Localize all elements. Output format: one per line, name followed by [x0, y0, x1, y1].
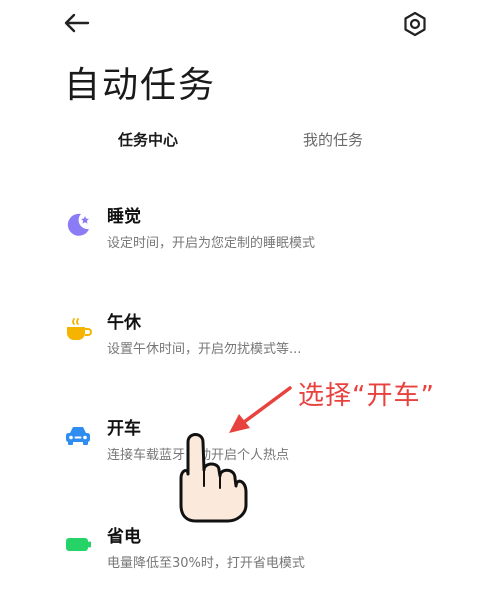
gear-icon[interactable]	[400, 9, 430, 39]
back-arrow-icon[interactable]	[60, 8, 94, 38]
task-item-nap[interactable]: 午休 设置午休时间，开启勿扰模式等...	[64, 308, 444, 368]
task-item-sleep[interactable]: 睡觉 设定时间，开启为您定制的睡眠模式	[64, 202, 444, 262]
task-description: 连接车载蓝牙自动开启个人热点	[107, 448, 290, 463]
task-title: 开车	[107, 419, 141, 439]
task-description: 设置午休时间，开启勿扰模式等...	[107, 342, 302, 357]
car-icon	[66, 427, 90, 445]
tab-my-tasks[interactable]: 我的任务	[303, 129, 363, 150]
task-title: 省电	[107, 527, 141, 547]
task-description: 设定时间，开启为您定制的睡眠模式	[107, 236, 316, 251]
task-item-power-saving[interactable]: 省电 电量降低至30%时，打开省电模式	[64, 522, 444, 582]
annotation-label: 选择“开车”	[298, 381, 435, 411]
battery-icon	[66, 538, 91, 551]
task-item-driving[interactable]: 开车 连接车载蓝牙自动开启个人热点	[64, 414, 444, 474]
task-title: 午休	[107, 313, 141, 333]
task-title: 睡觉	[107, 207, 141, 227]
coffee-cup-icon	[67, 318, 92, 340]
tab-task-center[interactable]: 任务中心	[118, 129, 178, 150]
page-title: 自动任务	[64, 65, 217, 106]
moon-star-icon	[67, 213, 89, 236]
task-description: 电量降低至30%时，打开省电模式	[107, 556, 305, 571]
